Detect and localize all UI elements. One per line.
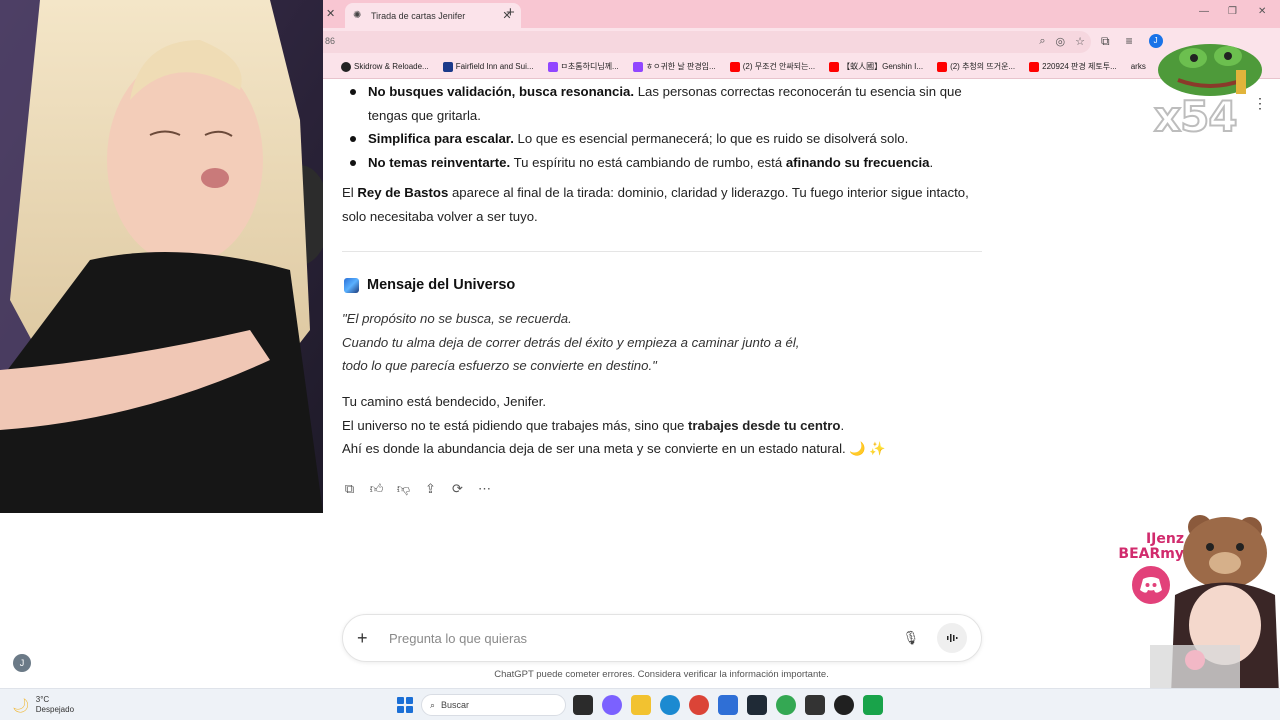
bookmark-favicon-icon <box>341 61 351 72</box>
file-explorer-icon[interactable] <box>631 695 651 715</box>
assistant-message: No busques validación, busca resonancia.… <box>342 80 982 228</box>
paragraph: El Rey de Bastos aparece al final de la … <box>342 185 969 224</box>
tab-strip: ✕ ✺ Tirada de cartas Jenifer ✕ + — ❐ ✕ <box>323 0 1280 28</box>
message-actions: ⧉ 👍︎ 👎︎ ⇪ ⟳ ⋯ <box>342 480 492 498</box>
microphone-icon[interactable]: 🎙︎ <box>902 630 919 646</box>
address-bar[interactable]: 86 ⌕ ◎ ☆ <box>323 31 1091 53</box>
tab-title: Tirada de cartas Jenifer <box>371 10 466 21</box>
quote-line: "El propósito no se busca, se recuerda. <box>342 311 572 326</box>
weather-condition: Despejado <box>35 705 75 714</box>
bookmark-star-icon[interactable]: ☆ <box>1075 35 1085 48</box>
voice-mode-button[interactable] <box>937 623 967 653</box>
windows-taskbar: 🌙︎ 3°C Despejado ⌕ Buscar <box>0 688 1280 720</box>
bookmark-item[interactable]: ㅁ초톰하디님께... <box>547 61 619 72</box>
url-text: 86 <box>325 36 336 46</box>
obs-icon[interactable] <box>834 695 854 715</box>
tab-active[interactable]: ✺ Tirada de cartas Jenifer ✕ <box>345 3 521 28</box>
stream-counter-widget: x54 <box>1148 30 1268 150</box>
edge-icon[interactable] <box>660 695 680 715</box>
weather-widget[interactable]: 🌙︎ 3°C Despejado <box>12 695 74 715</box>
webcam-overlay <box>0 0 323 513</box>
counter-value: x54 <box>1153 91 1239 142</box>
list-item: No busques validación, busca resonancia.… <box>342 80 982 127</box>
taskbar-search[interactable]: ⌕ Buscar <box>421 694 566 716</box>
minimize-icon[interactable]: — <box>1199 6 1209 17</box>
youtube-icon <box>829 61 840 72</box>
search-icon: ⌕ <box>430 699 436 710</box>
list-item: Simplifica para escalar. Lo que es esenc… <box>342 127 982 151</box>
chrome-profile-icon[interactable] <box>776 695 796 715</box>
bookmark-item[interactable]: ㅎㅇ귀한 날 판경임... <box>632 61 716 72</box>
thumbs-down-icon[interactable]: 👎︎ <box>396 480 411 498</box>
bookmark-item[interactable]: Fairfield Inn and Sui... <box>442 61 534 72</box>
taskbar-apps <box>573 695 883 715</box>
eye-off-icon[interactable]: ◎ <box>1056 35 1066 48</box>
list-item: No temas reinventarte. Tu espíritu no es… <box>342 151 982 175</box>
quote-line: todo lo que parecía esfuerzo se conviert… <box>342 358 657 373</box>
app-icon[interactable] <box>805 695 825 715</box>
window-close-icon[interactable]: ✕ <box>1258 6 1266 17</box>
bullet-list: No busques validación, busca resonancia.… <box>342 80 982 174</box>
extensions-icon[interactable]: ⧉ <box>1101 34 1110 49</box>
new-tab-icon[interactable]: + <box>506 4 515 21</box>
youtube-icon <box>1029 61 1040 72</box>
bookmark-item[interactable]: (2) 추청의 뜨거운... <box>937 61 1015 72</box>
bookmark-item[interactable]: 220924 판경 제토투... <box>1029 61 1117 72</box>
thumbs-up-icon[interactable]: 👍︎ <box>369 480 384 498</box>
twitch-icon <box>547 61 558 72</box>
bookmark-item[interactable]: 【蚁人國】Genshin I... <box>829 61 923 72</box>
bookmark-favicon-icon <box>442 61 453 72</box>
chatgpt-favicon-icon: ✺ <box>353 10 362 21</box>
zoom-icon[interactable]: ⌕ <box>1039 35 1045 48</box>
store-icon[interactable] <box>718 695 738 715</box>
more-options-icon[interactable]: ⋮ <box>1253 95 1267 112</box>
add-attachment-icon[interactable]: + <box>357 628 375 649</box>
youtube-icon <box>937 61 948 72</box>
section-heading: Mensaje del Universo <box>344 277 515 293</box>
bookmark-item[interactable]: Skidrow & Reloade... <box>341 61 429 72</box>
milky-way-icon <box>344 277 359 293</box>
start-button[interactable] <box>397 697 413 713</box>
divider <box>342 251 982 252</box>
bookmark-item[interactable]: (2) 무조건 안싸되는... <box>729 61 815 72</box>
moon-icon: 🌙︎ <box>12 696 30 713</box>
close-tab-icon[interactable]: ✕ <box>326 7 335 20</box>
quote-line: Cuando tu alma deja de correr detrás del… <box>342 334 800 350</box>
frog-mascot-icon <box>1158 44 1262 96</box>
user-avatar[interactable]: J <box>13 654 31 672</box>
all-bookmarks-link[interactable]: arks <box>1131 62 1146 71</box>
toolbar: 86 ⌕ ◎ ☆ ⧉ ≡ J <box>323 28 1280 55</box>
task-view-icon[interactable] <box>573 695 593 715</box>
youtube-icon <box>729 61 740 72</box>
copilot-icon[interactable] <box>602 695 622 715</box>
terminal-icon[interactable] <box>747 695 767 715</box>
prompt-composer[interactable]: + Pregunta lo que quieras 🎙︎ <box>342 614 982 662</box>
restore-icon[interactable]: ❐ <box>1228 6 1237 17</box>
app-green-icon[interactable] <box>863 695 883 715</box>
chrome-icon[interactable] <box>689 695 709 715</box>
streamer-webcam-image <box>0 0 323 513</box>
twitch-icon <box>632 61 643 72</box>
disclaimer-text: ChatGPT puede cometer errores. Considera… <box>494 669 829 680</box>
share-icon[interactable]: ⇪ <box>423 480 438 498</box>
copy-icon[interactable]: ⧉ <box>342 480 357 498</box>
closing-text: Tu camino está bendecido, Jenifer. El un… <box>342 394 886 456</box>
regenerate-icon[interactable]: ⟳ <box>450 480 465 498</box>
quote-block: "El propósito no se busca, se recuerda. … <box>342 307 799 378</box>
prompt-input[interactable]: Pregunta lo que quieras <box>389 631 902 646</box>
reading-list-icon[interactable]: ≡ <box>1126 34 1133 49</box>
waveform-icon <box>947 634 958 642</box>
bookmarks-bar: Skidrow & Reloade... Fairfield Inn and S… <box>323 55 1280 79</box>
temperature: 3°C <box>35 695 50 704</box>
more-options-icon[interactable]: ⋯ <box>477 480 492 498</box>
